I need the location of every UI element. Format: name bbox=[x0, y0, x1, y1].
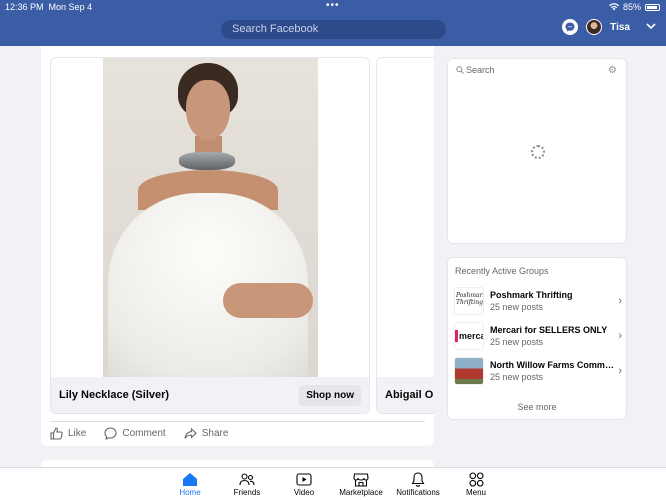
group-item-poshmark[interactable]: Poshmark Thrifting Poshmark Thrifting 25… bbox=[454, 286, 622, 316]
necklace bbox=[179, 152, 235, 170]
messenger-icon[interactable] bbox=[562, 19, 579, 35]
friends-icon bbox=[239, 473, 255, 486]
group-name: North Willow Farms Commun... bbox=[490, 360, 615, 370]
marketplace-icon bbox=[353, 472, 369, 487]
search-icon bbox=[456, 66, 464, 74]
like-button[interactable]: Like bbox=[50, 427, 86, 440]
status-time: 12:36 PM Mon Sep 4 bbox=[5, 2, 93, 12]
comment-button[interactable]: Comment bbox=[104, 427, 166, 440]
share-button[interactable]: Share bbox=[184, 427, 229, 440]
tab-video[interactable]: Video bbox=[274, 471, 334, 497]
groups-title: Recently Active Groups bbox=[455, 266, 549, 276]
share-icon bbox=[184, 427, 197, 439]
gear-icon[interactable]: ⚙ bbox=[608, 65, 617, 76]
menu-grid-icon bbox=[468, 472, 484, 487]
battery-icon bbox=[645, 3, 660, 11]
group-post-count: 25 new posts bbox=[490, 302, 544, 312]
group-thumbnail bbox=[454, 357, 484, 385]
group-thumbnail: merca bbox=[454, 322, 484, 350]
tab-menu[interactable]: Menu bbox=[446, 471, 506, 497]
product-title[interactable]: Lily Necklace (Silver) bbox=[59, 389, 299, 401]
divider bbox=[50, 421, 425, 422]
group-post-count: 25 new posts bbox=[490, 337, 544, 347]
product-carousel[interactable]: Lily Necklace (Silver) Shop now Abigail … bbox=[50, 57, 434, 415]
carousel-card[interactable]: Lily Necklace (Silver) Shop now bbox=[50, 57, 370, 414]
group-name: Mercari for SELLERS ONLY bbox=[490, 325, 608, 335]
widget-search-placeholder: Search bbox=[466, 65, 495, 75]
user-name[interactable]: Tisa bbox=[610, 22, 630, 33]
multitask-dots[interactable]: ••• bbox=[326, 0, 340, 11]
tab-friends[interactable]: Friends bbox=[217, 471, 277, 497]
chevron-right-icon: › bbox=[618, 330, 622, 342]
status-right: 85% bbox=[608, 2, 660, 12]
group-item-mercari[interactable]: merca Mercari for SELLERS ONLY 25 new po… bbox=[454, 321, 622, 351]
group-post-count: 25 new posts bbox=[490, 372, 544, 382]
comment-label: Comment bbox=[122, 428, 166, 439]
post-actions: Like Comment Share bbox=[50, 427, 228, 440]
carousel-card[interactable]: Abigail One bbox=[376, 57, 434, 414]
group-name: Poshmark Thrifting bbox=[490, 290, 573, 300]
chevron-down-icon[interactable] bbox=[646, 22, 656, 33]
search-widget: Search ⚙ bbox=[447, 58, 627, 244]
like-label: Like bbox=[68, 428, 87, 439]
comment-icon bbox=[104, 427, 117, 440]
product-photo[interactable] bbox=[103, 58, 318, 378]
bottom-tab-bar: Home Friends Video Marketplace Notificat… bbox=[0, 467, 666, 500]
header-right: Tisa bbox=[562, 19, 656, 35]
feed-post: Lily Necklace (Silver) Shop now Abigail … bbox=[41, 46, 434, 446]
thumbs-up-icon bbox=[50, 427, 63, 440]
tab-home[interactable]: Home bbox=[160, 471, 220, 497]
shop-now-button[interactable]: Shop now bbox=[299, 384, 361, 406]
widget-search-input[interactable]: Search bbox=[456, 65, 495, 75]
group-item-north-willow[interactable]: North Willow Farms Commun... 25 new post… bbox=[454, 356, 622, 386]
carousel-card-footer: Abigail One bbox=[377, 377, 434, 413]
avatar[interactable] bbox=[586, 19, 603, 35]
wifi-icon bbox=[608, 3, 619, 11]
battery-percent: 85% bbox=[622, 2, 641, 12]
status-bar: 12:36 PM Mon Sep 4 ••• 85% bbox=[0, 0, 666, 14]
bell-icon bbox=[411, 472, 425, 487]
tab-marketplace[interactable]: Marketplace bbox=[331, 471, 391, 497]
group-thumbnail: Poshmark Thrifting bbox=[454, 287, 484, 315]
chevron-right-icon: › bbox=[618, 295, 622, 307]
top-bar: 12:36 PM Mon Sep 4 ••• 85% Search Facebo… bbox=[0, 0, 666, 46]
chevron-right-icon: › bbox=[618, 365, 622, 377]
search-facebook-input[interactable]: Search Facebook bbox=[221, 20, 446, 39]
carousel-card-footer: Lily Necklace (Silver) Shop now bbox=[51, 377, 369, 413]
see-more-link[interactable]: See more bbox=[448, 402, 626, 412]
tab-notifications[interactable]: Notifications bbox=[388, 471, 448, 497]
video-icon bbox=[296, 473, 312, 486]
product-title[interactable]: Abigail One bbox=[385, 389, 434, 401]
loading-spinner-icon bbox=[531, 145, 545, 159]
home-icon bbox=[183, 473, 197, 486]
share-label: Share bbox=[201, 428, 229, 439]
recently-active-groups: Recently Active Groups Poshmark Thriftin… bbox=[447, 257, 627, 420]
